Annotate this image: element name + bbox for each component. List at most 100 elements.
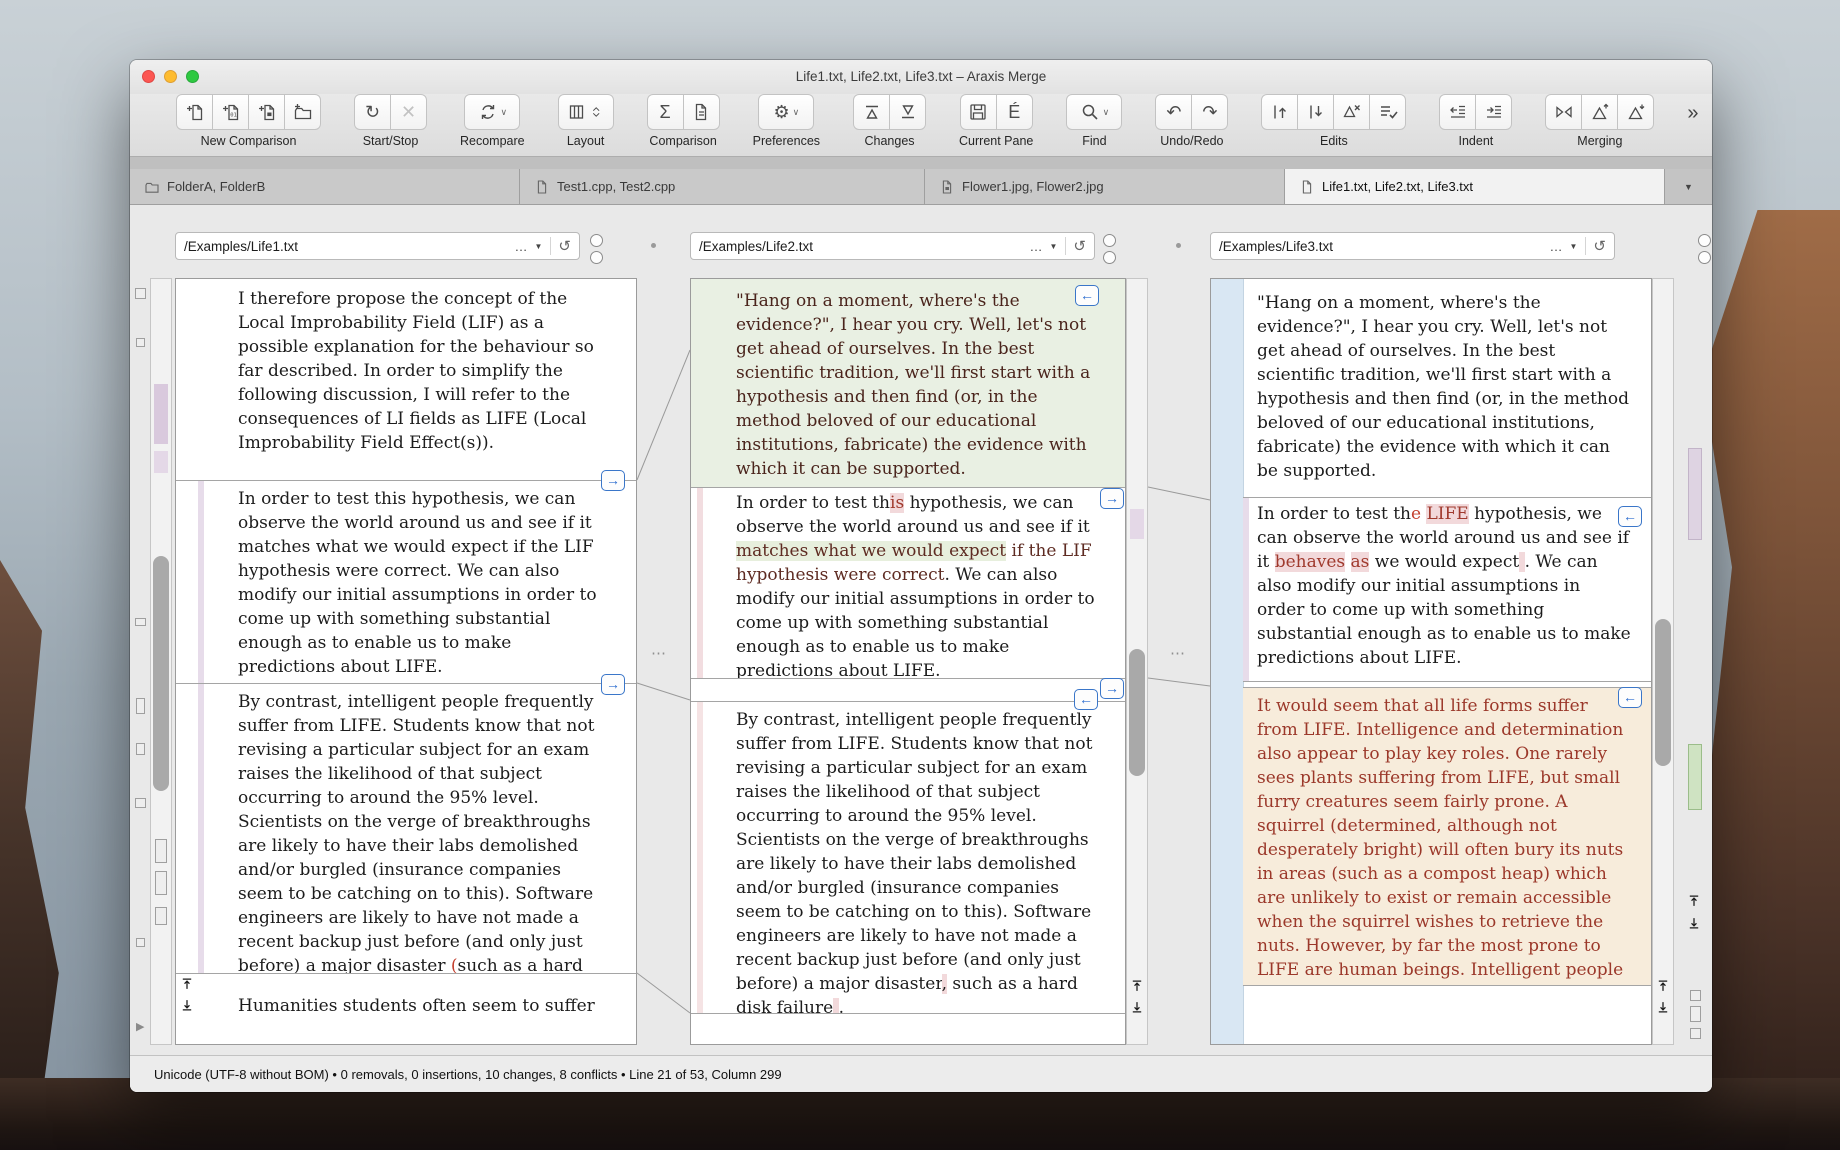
layout-button[interactable]	[558, 94, 614, 130]
start-button[interactable]: ↻	[354, 94, 391, 130]
scroll-to-first-change-button[interactable]	[1130, 979, 1146, 995]
new-image-document-icon	[257, 102, 277, 122]
title-bar[interactable]: Life1.txt, Life2.txt, Life3.txt – Araxis…	[130, 60, 1712, 94]
scrollbar-thumb[interactable]	[1129, 649, 1145, 776]
comparison-report-button[interactable]	[683, 94, 720, 130]
merge-left-button[interactable]: ←	[1618, 687, 1642, 708]
scroll-to-first-change-button[interactable]	[1656, 979, 1672, 995]
history-icon[interactable]: ↺	[1073, 237, 1086, 255]
comparison-summary-button[interactable]: Σ	[647, 94, 684, 130]
chevron-down-icon[interactable]: ▼	[1570, 242, 1578, 251]
to-top-icon	[1130, 979, 1144, 993]
pane2-text-editor[interactable]: "Hang on a moment, where's the evidence?…	[690, 278, 1126, 1045]
change-marker	[136, 338, 145, 347]
accept-edits-button[interactable]	[1369, 94, 1406, 130]
next-edit-button[interactable]	[1297, 94, 1334, 130]
change-marker	[154, 451, 168, 473]
outdent-button[interactable]	[1439, 94, 1476, 130]
scroll-to-first-change-button[interactable]	[180, 977, 196, 993]
merge-left-button[interactable]: ←	[1618, 506, 1642, 527]
scroll-to-last-change-button[interactable]	[180, 998, 196, 1014]
find-button[interactable]: ∨	[1066, 94, 1122, 130]
indent-icon	[1484, 102, 1504, 122]
overview-to-top-button[interactable]	[1687, 894, 1703, 910]
pane1-text-editor[interactable]: I therefore propose the concept of the L…	[175, 278, 637, 1045]
merge-both-button[interactable]	[1545, 94, 1582, 130]
tab-foldera-folderb[interactable]: FolderA, FolderB	[130, 169, 520, 204]
last-change-button[interactable]	[889, 94, 926, 130]
pane2-path-field[interactable]: /Examples/Life2.txt … ▼ ↺	[690, 232, 1095, 260]
toolbar-group-find: ∨ Find	[1066, 94, 1122, 148]
merge-right-button[interactable]: →	[1100, 678, 1124, 699]
new-binary-comparison-button[interactable]	[212, 94, 249, 130]
pane1-scrollbar[interactable]	[150, 278, 172, 1045]
recompare-button[interactable]: ∨	[464, 94, 520, 130]
stop-button[interactable]: ✕	[390, 94, 427, 130]
new-text-comparison-button[interactable]	[176, 94, 213, 130]
merge-right-button[interactable]: →	[601, 674, 625, 695]
pane3-scrollbar[interactable]	[1652, 278, 1674, 1045]
undo-button[interactable]: ↶	[1155, 94, 1192, 130]
history-icon[interactable]: ↺	[558, 237, 571, 255]
toolbar-group-label: Start/Stop	[363, 134, 419, 148]
overview-to-bottom-button[interactable]	[1687, 916, 1703, 932]
pane1-path-field[interactable]: /Examples/Life1.txt … ▼ ↺	[175, 232, 580, 260]
tab-flower1-flower2[interactable]: Flower1.jpg, Flower2.jpg	[925, 169, 1285, 204]
change-marker	[155, 871, 167, 895]
scroll-to-last-change-button[interactable]	[1130, 1000, 1146, 1016]
remove-edits-button[interactable]	[1333, 94, 1370, 130]
merge-left-button[interactable]: ←	[1074, 689, 1098, 710]
new-folder-comparison-button[interactable]	[284, 94, 321, 130]
toolbar-overflow-button[interactable]: »	[1687, 102, 1698, 125]
tab-label: Flower1.jpg, Flower2.jpg	[962, 179, 1104, 194]
pane3-overview-strip	[1682, 278, 1708, 1045]
pane2-scrollbar[interactable]	[1126, 278, 1148, 1045]
paragraph-text: "Hang on a moment, where's the evidence?…	[1257, 293, 1629, 481]
chevron-down-icon[interactable]: ▼	[1050, 242, 1058, 251]
pane2-merge-target-radios[interactable]	[1103, 234, 1116, 264]
radio-top[interactable]	[1103, 234, 1116, 247]
ellipsis-menu-icon[interactable]: …	[515, 239, 528, 254]
preferences-button[interactable]: ⚙∨	[758, 94, 814, 130]
toolbar-group-label: Layout	[567, 134, 605, 148]
merge-conflict-up-button[interactable]	[1581, 94, 1618, 130]
indent-button[interactable]	[1475, 94, 1512, 130]
tab-test1-test2[interactable]: Test1.cpp, Test2.cpp	[520, 169, 925, 204]
change-accent	[697, 488, 703, 678]
merge-right-button[interactable]: →	[1100, 488, 1124, 509]
radio-bottom[interactable]	[590, 251, 603, 264]
scroll-to-last-change-button[interactable]	[1656, 1000, 1672, 1016]
paragraph-text: .	[839, 998, 844, 1014]
ellipsis-menu-icon[interactable]: …	[1550, 239, 1563, 254]
tab-life1-life2-life3[interactable]: Life1.txt, Life2.txt, Life3.txt	[1285, 169, 1665, 204]
merge-conflict-down-button[interactable]	[1617, 94, 1654, 130]
radio-bottom[interactable]	[1698, 251, 1711, 264]
chevron-down-icon[interactable]: ▼	[535, 242, 543, 251]
pane3-text-editor[interactable]: "Hang on a moment, where's the evidence?…	[1210, 278, 1652, 1045]
previous-edit-button[interactable]	[1261, 94, 1298, 130]
toolbar-group-label: Changes	[865, 134, 915, 148]
merge-right-button[interactable]: →	[601, 470, 625, 491]
new-image-comparison-button[interactable]	[248, 94, 285, 130]
radio-top[interactable]	[1698, 234, 1711, 247]
gear-icon: ⚙	[773, 103, 789, 121]
radio-bottom[interactable]	[1103, 251, 1116, 264]
pane3-merge-target-radios[interactable]	[1698, 234, 1711, 264]
tab-list-menu-button[interactable]: ▼	[1665, 169, 1712, 204]
merge-left-button[interactable]: ←	[1075, 285, 1099, 306]
toolbar-group-recompare: ∨ Recompare	[460, 94, 525, 148]
pane1-merge-target-radios[interactable]	[590, 234, 603, 264]
removed-text: (	[451, 956, 458, 974]
pane3-path-field[interactable]: /Examples/Life3.txt … ▼ ↺	[1210, 232, 1615, 260]
history-icon[interactable]: ↺	[1593, 237, 1606, 255]
encoding-button[interactable]: É	[996, 94, 1033, 130]
status-disclosure-icon[interactable]: ▶	[136, 1020, 144, 1033]
save-button[interactable]	[960, 94, 997, 130]
scrollbar-thumb[interactable]	[153, 556, 169, 791]
redo-button[interactable]: ↷	[1191, 94, 1228, 130]
change-marker	[135, 618, 146, 626]
scrollbar-thumb[interactable]	[1655, 619, 1671, 766]
first-change-button[interactable]	[853, 94, 890, 130]
radio-top[interactable]	[590, 234, 603, 247]
ellipsis-menu-icon[interactable]: …	[1030, 239, 1043, 254]
